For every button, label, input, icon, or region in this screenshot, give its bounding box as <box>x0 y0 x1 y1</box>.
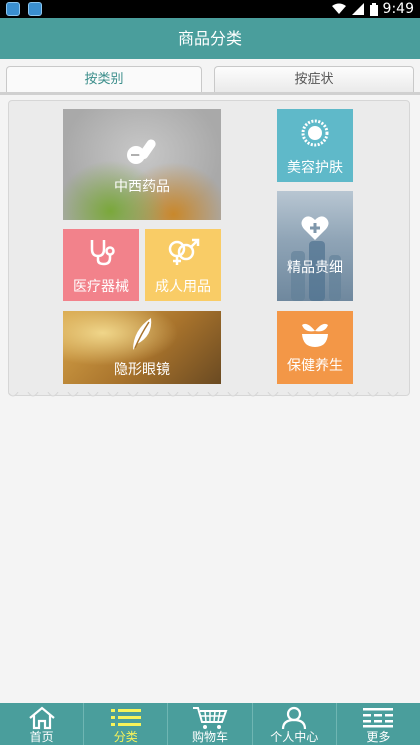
list-icon <box>110 709 141 726</box>
category-tile-adult-products[interactable]: 成人用品 <box>145 229 221 301</box>
home-icon <box>28 706 55 730</box>
tab-by-category[interactable]: 按类别 <box>6 66 202 93</box>
nav-label: 分类 <box>113 730 138 744</box>
nav-home[interactable]: 首页 <box>0 703 85 745</box>
category-label: 精品贵细 <box>287 260 343 276</box>
app-notification-icon <box>6 2 20 16</box>
tab-by-symptom[interactable]: 按症状 <box>214 66 414 93</box>
nav-category[interactable]: 分类 <box>84 703 169 745</box>
category-label: 成人用品 <box>155 279 211 295</box>
category-label: 医疗器械 <box>73 279 129 295</box>
battery-icon <box>369 2 378 16</box>
nav-more[interactable]: 更多 <box>337 703 420 745</box>
category-tile-medical-devices[interactable]: 医疗器械 <box>63 229 139 301</box>
user-icon <box>282 706 307 730</box>
leaf-icon <box>133 318 152 350</box>
herb-bowl-icon <box>302 323 328 347</box>
category-tabs: 按类别 按症状 <box>0 59 420 96</box>
more-grid-icon <box>363 708 394 728</box>
category-tile-beauty-skincare[interactable]: 美容护肤 <box>277 109 353 182</box>
pill-capsule-icon <box>127 139 156 164</box>
category-tile-contact-lenses[interactable]: 隐形眼镜 <box>63 311 221 384</box>
category-label: 保健养生 <box>287 358 343 374</box>
tab-divider <box>0 92 420 95</box>
category-tile-premium-tonics[interactable]: 精品贵细 <box>277 191 353 301</box>
nav-label: 更多 <box>366 730 391 744</box>
app-notification-icon <box>28 2 42 16</box>
category-tile-health-wellness[interactable]: 保健养生 <box>277 311 353 384</box>
panel-wavy-edge <box>8 392 408 397</box>
gender-symbols-icon <box>168 238 200 265</box>
page-title: 商品分类 <box>0 18 420 59</box>
category-label: 隐形眼镜 <box>114 362 170 378</box>
nav-label: 首页 <box>29 730 54 744</box>
nav-label: 个人中心 <box>270 730 319 744</box>
nav-label: 购物车 <box>192 730 229 744</box>
category-label: 中西药品 <box>114 179 170 195</box>
status-indicators: 9:49 <box>331 1 414 17</box>
heart-plus-icon <box>301 216 329 240</box>
nav-cart[interactable]: 购物车 <box>168 703 253 745</box>
category-tile-western-chinese-medicine[interactable]: 中西药品 <box>63 109 221 220</box>
status-bar: 9:49 <box>0 0 420 18</box>
signal-icon <box>351 3 364 15</box>
nav-profile[interactable]: 个人中心 <box>253 703 337 745</box>
sun-flower-icon <box>301 119 329 147</box>
cart-icon <box>193 707 228 729</box>
wifi-icon <box>331 3 346 14</box>
stethoscope-icon <box>90 240 115 266</box>
bottom-nav: 首页 分类 购物车 个人中心 更多 <box>0 703 420 745</box>
clock-time: 9:49 <box>382 1 414 17</box>
category-label: 美容护肤 <box>287 160 343 176</box>
